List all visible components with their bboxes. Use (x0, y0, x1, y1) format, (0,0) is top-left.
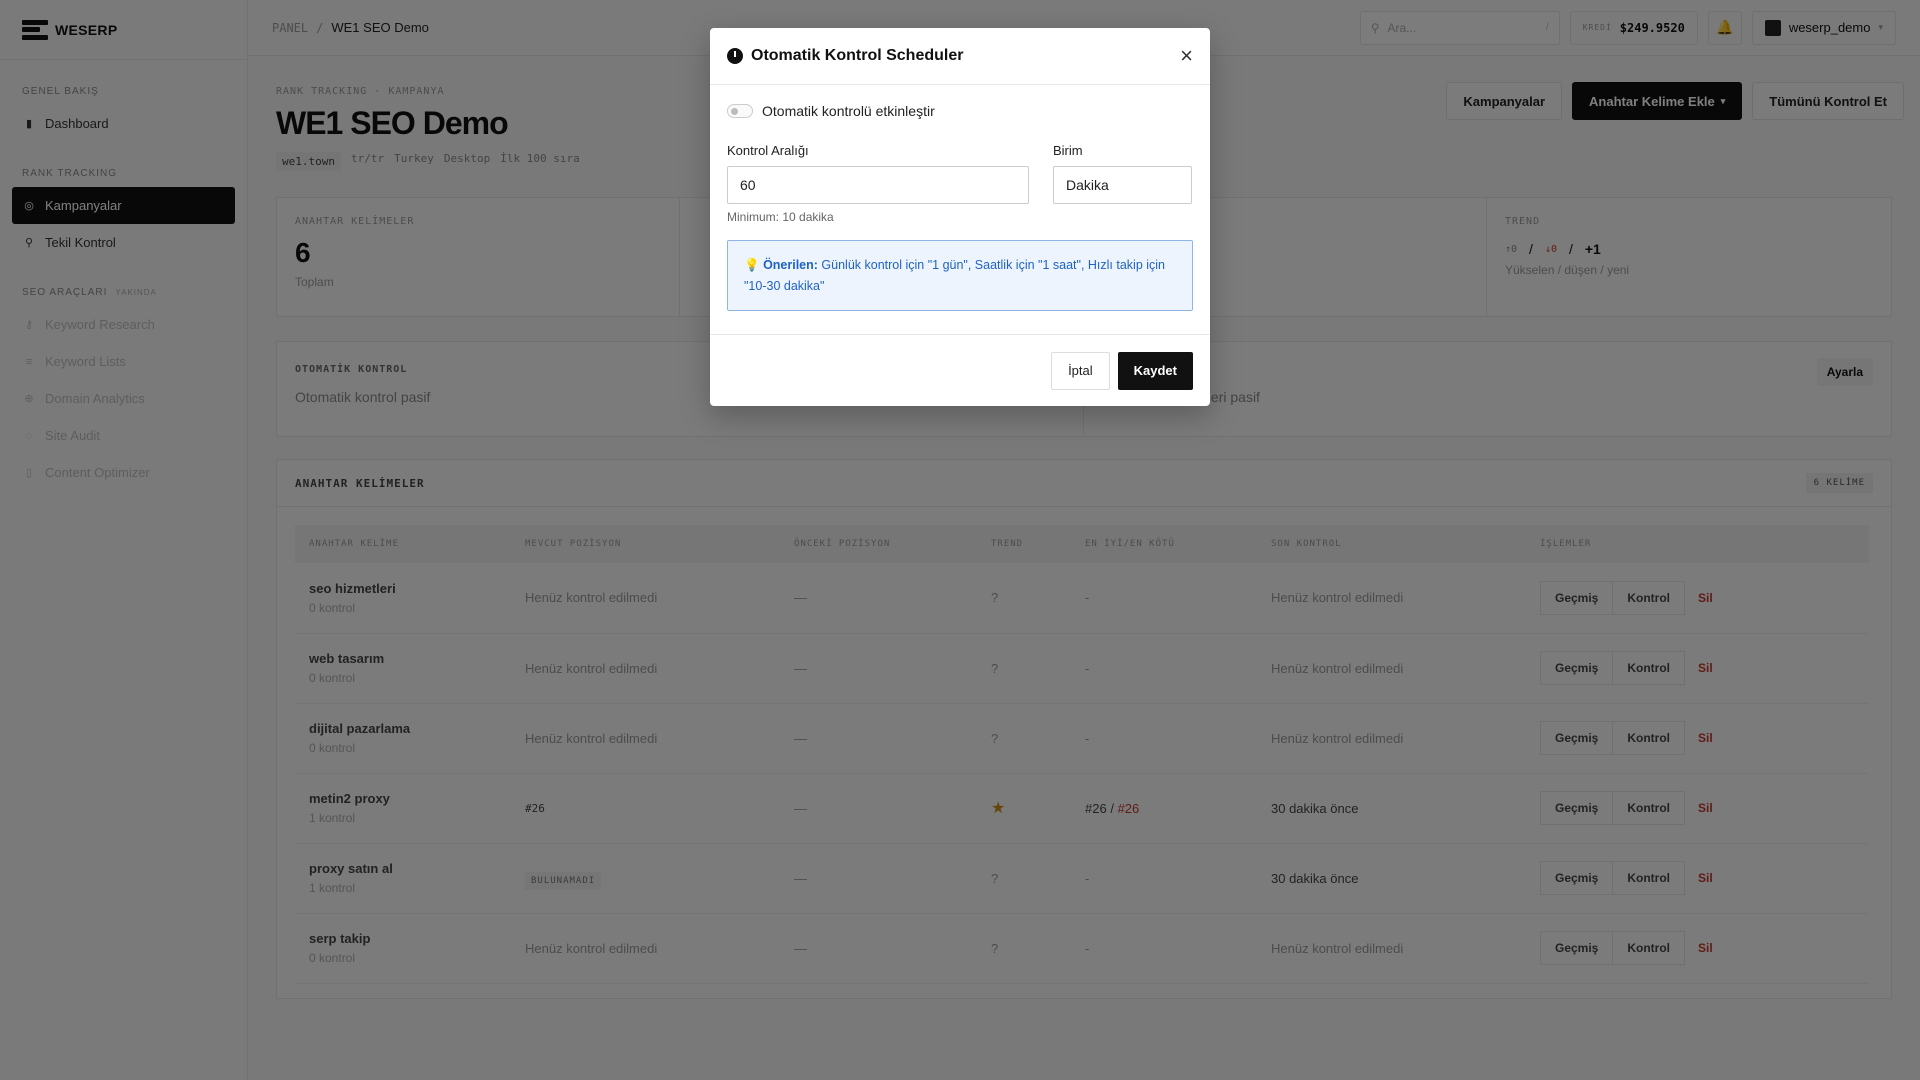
modal-body: Otomatik kontrolü etkinleştir Kontrol Ar… (710, 85, 1210, 329)
cancel-button[interactable]: İptal (1051, 351, 1110, 390)
modal-title: Otomatik Kontrol Scheduler (751, 47, 964, 64)
modal-header: Otomatik Kontrol Scheduler × (710, 28, 1210, 85)
auto-check-toggle[interactable] (727, 104, 753, 118)
interval-input[interactable] (727, 166, 1029, 204)
toggle-label[interactable]: Otomatik kontrolü etkinleştir (762, 103, 935, 119)
auto-check-toggle-row: Otomatik kontrolü etkinleştir (727, 103, 1193, 119)
interval-field: Kontrol Aralığı Minimum: 10 dakika (727, 143, 1029, 224)
interval-label: Kontrol Aralığı (727, 143, 809, 158)
close-icon[interactable]: × (1180, 45, 1193, 67)
scheduler-modal: Otomatik Kontrol Scheduler × Otomatik ko… (710, 28, 1210, 406)
recommendation-box: 💡 Önerilen: Günlük kontrol için "1 gün",… (727, 240, 1193, 312)
interval-hint: Minimum: 10 dakika (727, 210, 834, 224)
unit-select[interactable] (1053, 166, 1192, 204)
unit-label: Birim (1053, 143, 1083, 158)
lightbulb-icon: 💡 (744, 258, 760, 272)
recommendation-title: Önerilen: (763, 258, 818, 272)
modal-footer: İptal Kaydet (710, 334, 1210, 406)
unit-field: Birim (1053, 143, 1192, 224)
interval-fields: Kontrol Aralığı Minimum: 10 dakika Birim (727, 143, 1193, 224)
save-button[interactable]: Kaydet (1117, 351, 1193, 390)
clock-icon (727, 48, 743, 64)
